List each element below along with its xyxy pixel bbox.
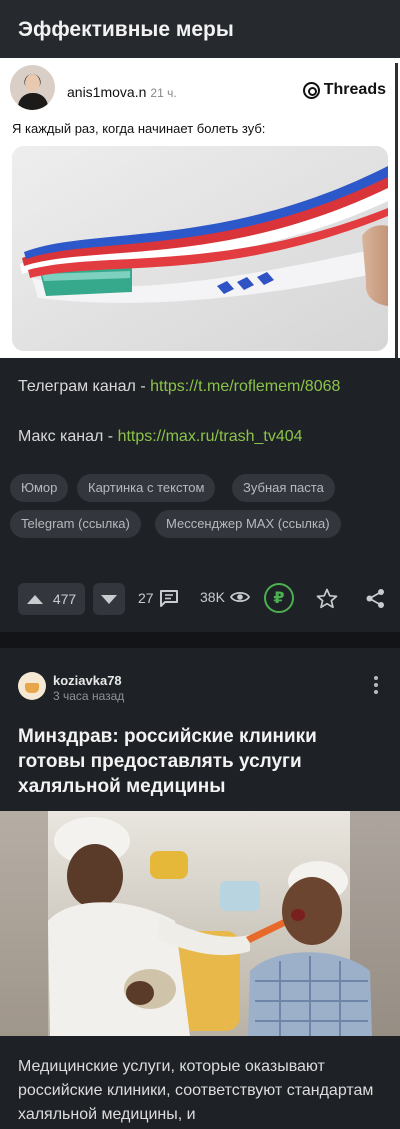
- rating-count: 477: [52, 591, 77, 607]
- downvote-button[interactable]: [93, 583, 125, 615]
- post-headline[interactable]: Минздрав: российские клиники готовы пред…: [18, 724, 383, 799]
- tag-toothpaste[interactable]: Зубная паста: [232, 474, 335, 502]
- author-avatar[interactable]: [18, 672, 46, 700]
- comments-count: 27: [138, 590, 154, 606]
- scrollbar[interactable]: [395, 63, 398, 358]
- ruble-icon: ₽: [273, 590, 285, 607]
- telegram-link-line: Телеграм канал - https://t.me/roflemem/8…: [18, 378, 341, 395]
- threads-username: anis1mova.n 21 ч.: [67, 84, 177, 100]
- tag-max-link[interactable]: Мессенджер MAX (ссылка): [155, 510, 341, 538]
- threads-post-text: Я каждый раз, когда начинает болеть зуб:: [12, 121, 266, 136]
- star-icon[interactable]: [316, 588, 338, 609]
- arrow-up-icon: [26, 594, 43, 604]
- post-separator: [0, 632, 400, 648]
- max-link[interactable]: https://max.ru/trash_tv404: [118, 428, 303, 445]
- author-name[interactable]: koziavka78: [53, 673, 122, 688]
- eye-icon: [229, 591, 250, 603]
- threads-header: anis1mova.n 21 ч. Threads: [10, 63, 392, 113]
- threads-logo: Threads: [302, 81, 386, 99]
- comments-button[interactable]: 27: [138, 589, 179, 607]
- views-count: 38K: [200, 589, 225, 605]
- threads-logo-icon: [302, 81, 320, 99]
- arrow-down-icon: [101, 594, 117, 604]
- upvote-button[interactable]: 477: [18, 583, 85, 615]
- donate-button[interactable]: ₽: [264, 583, 294, 613]
- post-body-text: Медицинские услуги, которые оказывают ро…: [18, 1058, 374, 1123]
- max-link-line: Макс канал - https://max.ru/trash_tv404: [18, 428, 303, 445]
- more-vertical-icon[interactable]: [372, 676, 380, 696]
- tag-picture-with-text[interactable]: Картинка с текстом: [77, 474, 216, 502]
- post-photo[interactable]: [0, 811, 400, 1036]
- threads-avatar: [10, 65, 55, 110]
- share-icon[interactable]: [365, 588, 386, 609]
- threads-screenshot-card[interactable]: anis1mova.n 21 ч. Threads Я каждый раз, к…: [0, 58, 400, 358]
- comment-icon: [159, 590, 178, 607]
- tag-telegram-link[interactable]: Telegram (ссылка): [10, 510, 141, 538]
- threads-time: 21 ч.: [150, 86, 177, 100]
- post-actions: 477 27 38K ₽: [0, 582, 400, 616]
- toothbrush-image[interactable]: [12, 146, 388, 351]
- post-title[interactable]: Эффективные меры: [0, 0, 400, 58]
- post-time: 3 часа назад: [53, 689, 125, 703]
- telegram-link[interactable]: https://t.me/roflemem/8068: [150, 378, 340, 395]
- views-counter: 38K: [200, 589, 250, 605]
- tag-humor[interactable]: Юмор: [10, 474, 69, 502]
